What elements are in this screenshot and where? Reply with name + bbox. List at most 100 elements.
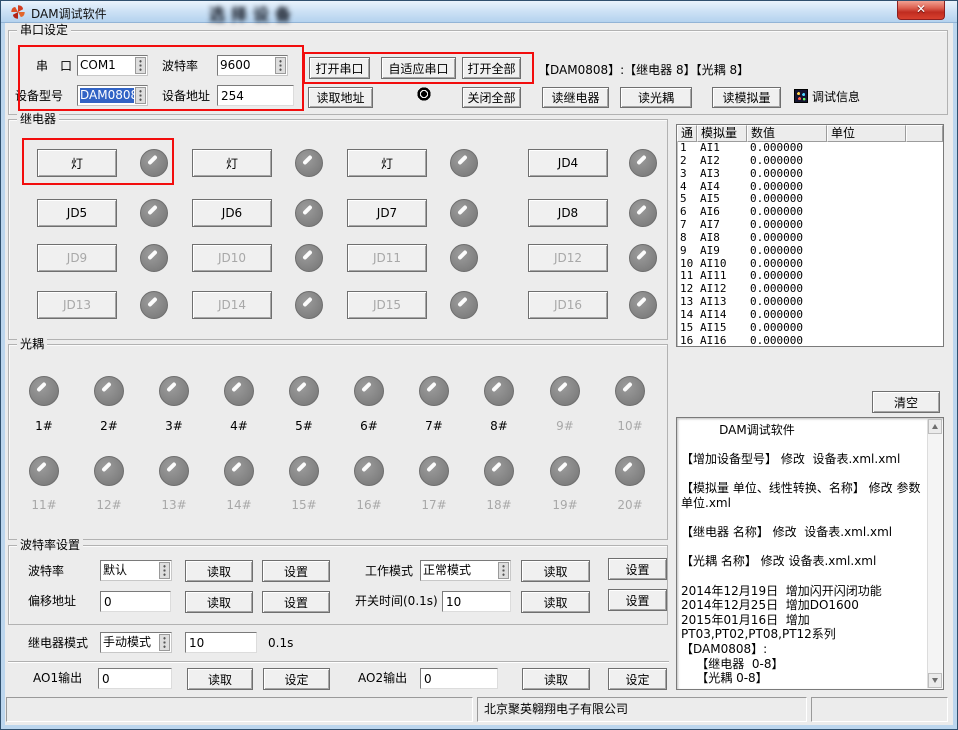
relay-led-11[interactable] xyxy=(450,244,478,272)
clear-button[interactable]: 清空 xyxy=(872,391,940,413)
baud-read-button[interactable]: 读取 xyxy=(185,560,253,582)
open-port-button[interactable]: 打开串口 xyxy=(309,57,370,79)
table-row[interactable]: 12AI120.000000 xyxy=(677,283,943,296)
table-row[interactable]: 1AI10.000000 xyxy=(677,142,943,155)
ao1-read-button[interactable]: 读取 xyxy=(187,668,253,690)
table-row[interactable]: 14AI140.000000 xyxy=(677,309,943,322)
offset-input[interactable] xyxy=(100,591,171,612)
combo-dropdown-button[interactable] xyxy=(159,634,170,651)
port-combobox[interactable]: COM1 xyxy=(77,55,148,76)
read-opto-button[interactable]: 读光耦 xyxy=(620,87,692,108)
table-row[interactable]: 9AI90.000000 xyxy=(677,245,943,258)
combo-dropdown-button[interactable] xyxy=(159,562,170,579)
relay-button-5[interactable]: JD5 xyxy=(37,199,117,227)
ao2-set-button[interactable]: 设定 xyxy=(608,668,667,690)
switch-time-set-button[interactable]: 设置 xyxy=(608,589,667,611)
info-scrollbar[interactable] xyxy=(927,419,942,688)
baud-set-combobox[interactable]: 默认 xyxy=(100,560,172,581)
relay-led-13[interactable] xyxy=(140,291,168,319)
table-row[interactable]: 16AI160.000000 xyxy=(677,335,943,347)
table-row[interactable]: 15AI150.000000 xyxy=(677,322,943,335)
ao2-input[interactable] xyxy=(420,668,498,689)
relay-led-12[interactable] xyxy=(629,244,657,272)
table-row[interactable]: 6AI60.000000 xyxy=(677,206,943,219)
relay-button-15[interactable]: JD15 xyxy=(347,291,427,319)
ao1-input[interactable] xyxy=(98,668,172,689)
work-mode-read-button[interactable]: 读取 xyxy=(521,560,590,582)
relay-led-3[interactable] xyxy=(450,149,478,177)
table-header-cell[interactable]: 数值 xyxy=(747,125,827,142)
read-address-button[interactable]: 读取地址 xyxy=(308,87,373,108)
relay-button-6[interactable]: JD6 xyxy=(192,199,272,227)
relay-led-15[interactable] xyxy=(450,291,478,319)
relay-button-2[interactable]: 灯 xyxy=(192,149,272,177)
scroll-down-button[interactable] xyxy=(928,673,942,688)
relay-button-13[interactable]: JD13 xyxy=(37,291,117,319)
relay-mode-combobox[interactable]: 手动模式 xyxy=(100,632,172,653)
relay-led-5[interactable] xyxy=(140,199,168,227)
address-input[interactable] xyxy=(217,85,294,106)
table-cell: 4 xyxy=(677,181,697,194)
combo-dropdown-button[interactable] xyxy=(135,87,146,104)
table-row[interactable]: 7AI70.000000 xyxy=(677,219,943,232)
work-mode-set-button[interactable]: 设置 xyxy=(608,558,667,580)
baud-combobox[interactable]: 9600 xyxy=(217,55,288,76)
relay-button-8[interactable]: JD8 xyxy=(528,199,608,227)
switch-time-input[interactable] xyxy=(442,591,511,612)
debug-info-icon[interactable] xyxy=(794,89,808,103)
relay-button-1[interactable]: 灯 xyxy=(37,149,117,177)
relay-led-10[interactable] xyxy=(295,244,323,272)
relay-led-2[interactable] xyxy=(295,149,323,177)
relay-led-8[interactable] xyxy=(629,199,657,227)
relay-led-7[interactable] xyxy=(450,199,478,227)
table-header-cell[interactable]: 单位 xyxy=(827,125,906,142)
table-header-cell[interactable] xyxy=(906,125,943,142)
table-row[interactable]: 11AI110.000000 xyxy=(677,270,943,283)
relay-button-12[interactable]: JD12 xyxy=(528,244,608,272)
ao2-read-button[interactable]: 读取 xyxy=(522,668,590,690)
relay-led-9[interactable] xyxy=(140,244,168,272)
debug-info-label[interactable]: 调试信息 xyxy=(812,90,860,104)
relay-button-3[interactable]: 灯 xyxy=(347,149,427,177)
ao1-set-button[interactable]: 设定 xyxy=(263,668,330,690)
read-analog-button[interactable]: 读模拟量 xyxy=(712,87,781,108)
table-row[interactable]: 13AI130.000000 xyxy=(677,296,943,309)
relay-led-14[interactable] xyxy=(295,291,323,319)
switch-time-read-button[interactable]: 读取 xyxy=(521,591,590,613)
offset-read-button[interactable]: 读取 xyxy=(185,591,253,613)
offset-set-button[interactable]: 设置 xyxy=(262,591,330,613)
relay-button-9[interactable]: JD9 xyxy=(37,244,117,272)
read-relay-button[interactable]: 读继电器 xyxy=(542,87,609,108)
combo-dropdown-button[interactable] xyxy=(275,57,286,74)
relay-led-1[interactable] xyxy=(140,149,168,177)
auto-port-button[interactable]: 自适应串口 xyxy=(381,57,456,79)
scroll-up-button[interactable] xyxy=(928,419,942,434)
relay-button-14[interactable]: JD14 xyxy=(192,291,272,319)
table-header-cell[interactable]: 模拟量 xyxy=(697,125,747,142)
table-row[interactable]: 10AI100.000000 xyxy=(677,258,943,271)
relay-button-4[interactable]: JD4 xyxy=(528,149,608,177)
relay-led-6[interactable] xyxy=(295,199,323,227)
relay-mode-time-input[interactable] xyxy=(185,632,257,653)
relay-led-16[interactable] xyxy=(629,291,657,319)
relay-led-4[interactable] xyxy=(629,149,657,177)
table-row[interactable]: 5AI50.000000 xyxy=(677,193,943,206)
relay-button-7[interactable]: JD7 xyxy=(347,199,427,227)
combo-dropdown-button[interactable] xyxy=(135,57,146,74)
table-row[interactable]: 2AI20.000000 xyxy=(677,155,943,168)
table-row[interactable]: 3AI30.000000 xyxy=(677,168,943,181)
close-button[interactable]: ✕ xyxy=(897,1,945,20)
open-all-button[interactable]: 打开全部 xyxy=(462,57,521,79)
table-header-cell[interactable]: 通 xyxy=(677,125,697,142)
table-row[interactable]: 8AI80.000000 xyxy=(677,232,943,245)
close-all-button[interactable]: 关闭全部 xyxy=(462,87,521,108)
baud-set-button[interactable]: 设置 xyxy=(262,560,330,582)
relay-button-16[interactable]: JD16 xyxy=(528,291,608,319)
relay-button-11[interactable]: JD11 xyxy=(347,244,427,272)
combo-dropdown-button[interactable] xyxy=(498,562,509,579)
model-combobox[interactable]: DAM0808 xyxy=(77,85,148,106)
relay-button-10[interactable]: JD10 xyxy=(192,244,272,272)
table-row[interactable]: 4AI40.000000 xyxy=(677,181,943,194)
analog-table[interactable]: 通模拟量数值单位 1AI10.0000002AI20.0000003AI30.0… xyxy=(676,124,944,347)
work-mode-combobox[interactable]: 正常模式 xyxy=(420,560,511,581)
